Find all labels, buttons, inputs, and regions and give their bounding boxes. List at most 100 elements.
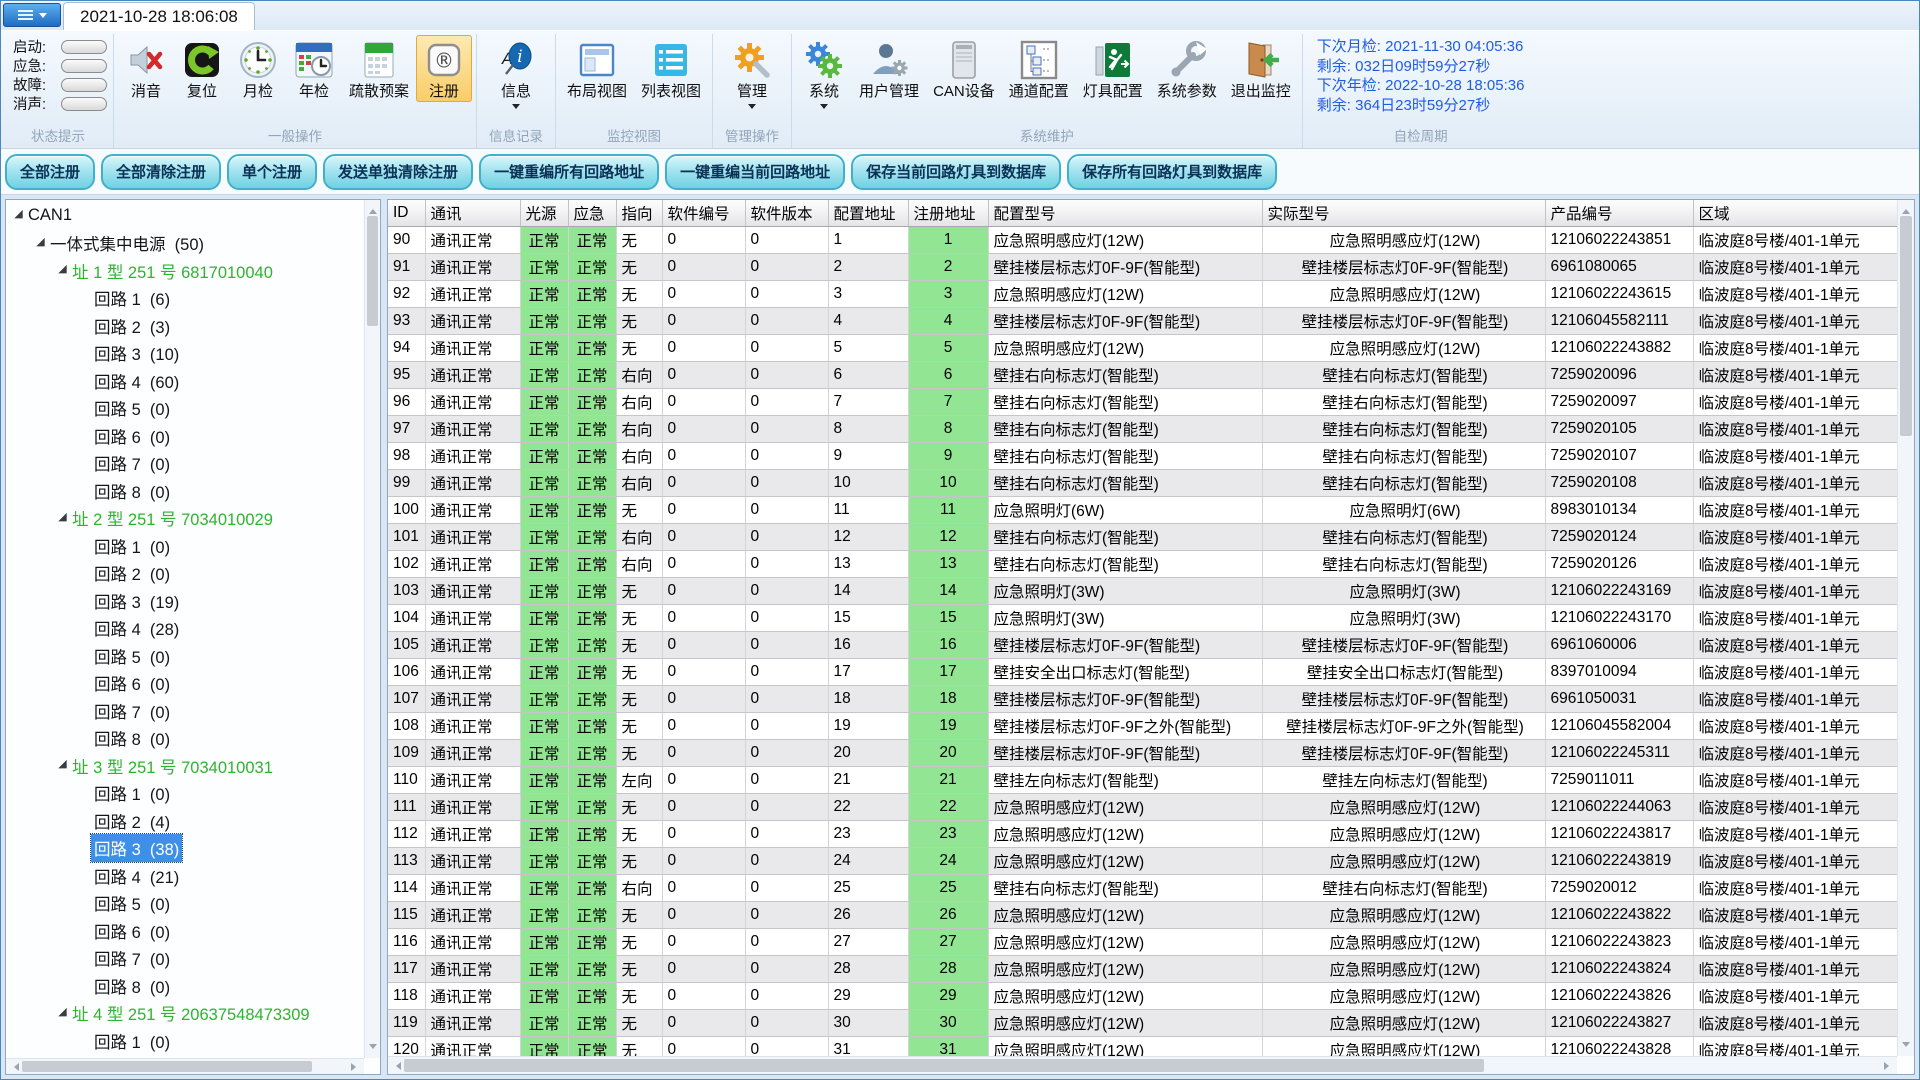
tree-item[interactable]: 回路 2 (3) bbox=[6, 312, 364, 340]
tree-item[interactable]: 回路 1 (0) bbox=[6, 532, 364, 560]
table-hscroll-thumb[interactable] bbox=[404, 1059, 1484, 1072]
table-row[interactable]: 94通讯正常正常正常无0055应急照明感应灯(12W)应急照明感应灯(12W)1… bbox=[388, 334, 1897, 361]
table-row[interactable]: 90通讯正常正常正常无0011应急照明感应灯(12W)应急照明感应灯(12W)1… bbox=[388, 226, 1897, 253]
column-header[interactable]: 软件编号 bbox=[662, 200, 745, 226]
tree-item[interactable]: 回路 2 (4) bbox=[6, 807, 364, 835]
tree-item[interactable]: 回路 3 (10) bbox=[6, 340, 364, 368]
expander-expanded-icon[interactable]: ◢ bbox=[56, 512, 69, 523]
register-all-button[interactable]: 全部注册 bbox=[5, 154, 95, 190]
table-row[interactable]: 91通讯正常正常正常无0022壁挂楼层标志灯0F-9F(智能型)壁挂楼层标志灯0… bbox=[388, 253, 1897, 280]
annual-check-button[interactable]: 年检 bbox=[286, 35, 342, 102]
column-header[interactable]: 注册地址 bbox=[908, 200, 988, 226]
tree-item[interactable]: ◢一体式集中电源 (50) bbox=[6, 230, 364, 258]
expander-expanded-icon[interactable]: ◢ bbox=[56, 759, 69, 770]
column-header[interactable]: ID bbox=[388, 200, 425, 226]
column-header[interactable]: 区域 bbox=[1693, 200, 1897, 226]
expander-expanded-icon[interactable]: ◢ bbox=[56, 264, 69, 275]
tree-item[interactable]: 回路 4 (21) bbox=[6, 862, 364, 890]
info-button[interactable]: Ai信息 bbox=[488, 35, 544, 114]
channel-config-button[interactable]: 通道配置 bbox=[1002, 35, 1076, 102]
table-row[interactable]: 112通讯正常正常正常无002323应急照明感应灯(12W)应急照明感应灯(12… bbox=[388, 820, 1897, 847]
window-menu-button[interactable] bbox=[3, 3, 61, 27]
table-row[interactable]: 106通讯正常正常正常无001717壁挂安全出口标志灯(智能型)壁挂安全出口标志… bbox=[388, 658, 1897, 685]
evacuation-plan-button[interactable]: 疏散预案 bbox=[342, 35, 416, 102]
send-single-clear-register-button[interactable]: 发送单独清除注册 bbox=[323, 154, 473, 190]
column-header[interactable]: 光源 bbox=[520, 200, 568, 226]
tree-item[interactable]: 回路 6 (0) bbox=[6, 422, 364, 450]
register-button[interactable]: ®注册 bbox=[416, 35, 472, 102]
tree-item[interactable]: 回路 6 (0) bbox=[6, 670, 364, 698]
table-row[interactable]: 98通讯正常正常正常右向0099壁挂右向标志灯(智能型)壁挂右向标志灯(智能型)… bbox=[388, 442, 1897, 469]
table-vertical-scrollbar[interactable] bbox=[1897, 200, 1914, 1056]
tree-item[interactable]: 回路 1 (0) bbox=[6, 1027, 364, 1055]
tree-item[interactable]: 回路 8 (0) bbox=[6, 477, 364, 505]
tree-item[interactable]: 回路 4 (60) bbox=[6, 367, 364, 395]
tree-item[interactable]: 回路 1 (6) bbox=[6, 285, 364, 313]
tree-item[interactable]: ◢址 2 型 251 号 7034010029 bbox=[6, 505, 364, 533]
tree-item[interactable]: 回路 2 (0) bbox=[6, 560, 364, 588]
clear-all-register-button[interactable]: 全部清除注册 bbox=[101, 154, 221, 190]
table-row[interactable]: 116通讯正常正常正常无002727应急照明感应灯(12W)应急照明感应灯(12… bbox=[388, 928, 1897, 955]
table-vscroll-thumb[interactable] bbox=[1900, 216, 1912, 436]
reset-button[interactable]: 复位 bbox=[174, 35, 230, 102]
tree-item[interactable]: 回路 4 (28) bbox=[6, 615, 364, 643]
table-row[interactable]: 109通讯正常正常正常无002020壁挂楼层标志灯0F-9F(智能型)壁挂楼层标… bbox=[388, 739, 1897, 766]
column-header[interactable]: 配置地址 bbox=[828, 200, 908, 226]
tree-item[interactable]: 回路 5 (0) bbox=[6, 395, 364, 423]
table-row[interactable]: 111通讯正常正常正常无002222应急照明感应灯(12W)应急照明感应灯(12… bbox=[388, 793, 1897, 820]
tree-item[interactable]: ◢址 4 型 251 号 20637548473309 bbox=[6, 1000, 364, 1028]
table-row[interactable]: 99通讯正常正常正常右向001010壁挂右向标志灯(智能型)壁挂右向标志灯(智能… bbox=[388, 469, 1897, 496]
list-view-button[interactable]: 列表视图 bbox=[634, 35, 708, 102]
tree-item[interactable]: 回路 8 (0) bbox=[6, 972, 364, 1000]
tree-horizontal-scrollbar[interactable] bbox=[6, 1058, 364, 1074]
table-row[interactable]: 108通讯正常正常正常无001919壁挂楼层标志灯0F-9F之外(智能型)壁挂楼… bbox=[388, 712, 1897, 739]
tree-hscroll-thumb[interactable] bbox=[22, 1061, 312, 1072]
table-row[interactable]: 101通讯正常正常正常右向001212壁挂右向标志灯(智能型)壁挂右向标志灯(智… bbox=[388, 523, 1897, 550]
column-header[interactable]: 软件版本 bbox=[745, 200, 828, 226]
table-row[interactable]: 95通讯正常正常正常右向0066壁挂右向标志灯(智能型)壁挂右向标志灯(智能型)… bbox=[388, 361, 1897, 388]
system-params-button[interactable]: 系统参数 bbox=[1150, 35, 1224, 102]
expander-expanded-icon[interactable]: ◢ bbox=[56, 1007, 69, 1018]
expander-expanded-icon[interactable]: ◢ bbox=[12, 209, 25, 220]
tree-item[interactable]: 回路 7 (0) bbox=[6, 450, 364, 478]
can-device-button[interactable]: CAN设备 bbox=[926, 35, 1002, 102]
tree-item[interactable]: 回路 7 (0) bbox=[6, 697, 364, 725]
datetime-tab[interactable]: 2021-10-28 18:06:08 bbox=[63, 2, 255, 30]
exit-monitor-button[interactable]: 退出监控 bbox=[1224, 35, 1298, 102]
tree-item[interactable]: 回路 1 (0) bbox=[6, 780, 364, 808]
tree-item[interactable]: 回路 6 (0) bbox=[6, 917, 364, 945]
table-row[interactable]: 102通讯正常正常正常右向001313壁挂右向标志灯(智能型)壁挂右向标志灯(智… bbox=[388, 550, 1897, 577]
lamp-config-button[interactable]: 灯具配置 bbox=[1076, 35, 1150, 102]
tree-item[interactable]: 回路 5 (0) bbox=[6, 642, 364, 670]
table-row[interactable]: 100通讯正常正常正常无001111应急照明灯(6W)应急照明灯(6W)8983… bbox=[388, 496, 1897, 523]
rewrite-all-loop-address-button[interactable]: 一键重编所有回路地址 bbox=[479, 154, 659, 190]
register-single-button[interactable]: 单个注册 bbox=[227, 154, 317, 190]
tree-item[interactable]: 回路 7 (0) bbox=[6, 945, 364, 973]
column-header[interactable]: 指向 bbox=[616, 200, 662, 226]
table-row[interactable]: 93通讯正常正常正常无0044壁挂楼层标志灯0F-9F(智能型)壁挂楼层标志灯0… bbox=[388, 307, 1897, 334]
table-row[interactable]: 110通讯正常正常正常左向002121壁挂左向标志灯(智能型)壁挂左向标志灯(智… bbox=[388, 766, 1897, 793]
table-row[interactable]: 115通讯正常正常正常无002626应急照明感应灯(12W)应急照明感应灯(12… bbox=[388, 901, 1897, 928]
table-row[interactable]: 105通讯正常正常正常无001616壁挂楼层标志灯0F-9F(智能型)壁挂楼层标… bbox=[388, 631, 1897, 658]
column-header[interactable]: 实际型号 bbox=[1262, 200, 1545, 226]
tree-item[interactable]: ◢址 3 型 251 号 7034010031 bbox=[6, 752, 364, 780]
table-row[interactable]: 104通讯正常正常正常无001515应急照明灯(3W)应急照明灯(3W)1210… bbox=[388, 604, 1897, 631]
table-row[interactable]: 103通讯正常正常正常无001414应急照明灯(3W)应急照明灯(3W)1210… bbox=[388, 577, 1897, 604]
rewrite-current-loop-address-button[interactable]: 一键重编当前回路地址 bbox=[665, 154, 845, 190]
tree-item[interactable]: ◢址 1 型 251 号 6817010040 bbox=[6, 257, 364, 285]
tree-item[interactable]: 回路 3 (38) bbox=[6, 835, 364, 863]
table-row[interactable]: 113通讯正常正常正常无002424应急照明感应灯(12W)应急照明感应灯(12… bbox=[388, 847, 1897, 874]
table-row[interactable]: 92通讯正常正常正常无0033应急照明感应灯(12W)应急照明感应灯(12W)1… bbox=[388, 280, 1897, 307]
table-row[interactable]: 96通讯正常正常正常右向0077壁挂右向标志灯(智能型)壁挂右向标志灯(智能型)… bbox=[388, 388, 1897, 415]
table-horizontal-scrollbar[interactable] bbox=[388, 1056, 1897, 1074]
tree-item[interactable]: ◢CAN1 bbox=[6, 202, 364, 230]
column-header[interactable]: 应急 bbox=[568, 200, 616, 226]
column-header[interactable]: 通讯 bbox=[425, 200, 520, 226]
expander-expanded-icon[interactable]: ◢ bbox=[34, 237, 47, 248]
user-manage-button[interactable]: 用户管理 bbox=[852, 35, 926, 102]
table-row[interactable]: 118通讯正常正常正常无002929应急照明感应灯(12W)应急照明感应灯(12… bbox=[388, 982, 1897, 1009]
system-button[interactable]: 系统 bbox=[796, 35, 852, 114]
table-row[interactable]: 120通讯正常正常正常无003131应急照明感应灯(12W)应急照明感应灯(12… bbox=[388, 1036, 1897, 1056]
tree-item[interactable]: 回路 8 (0) bbox=[6, 725, 364, 753]
layout-view-button[interactable]: 布局视图 bbox=[560, 35, 634, 102]
